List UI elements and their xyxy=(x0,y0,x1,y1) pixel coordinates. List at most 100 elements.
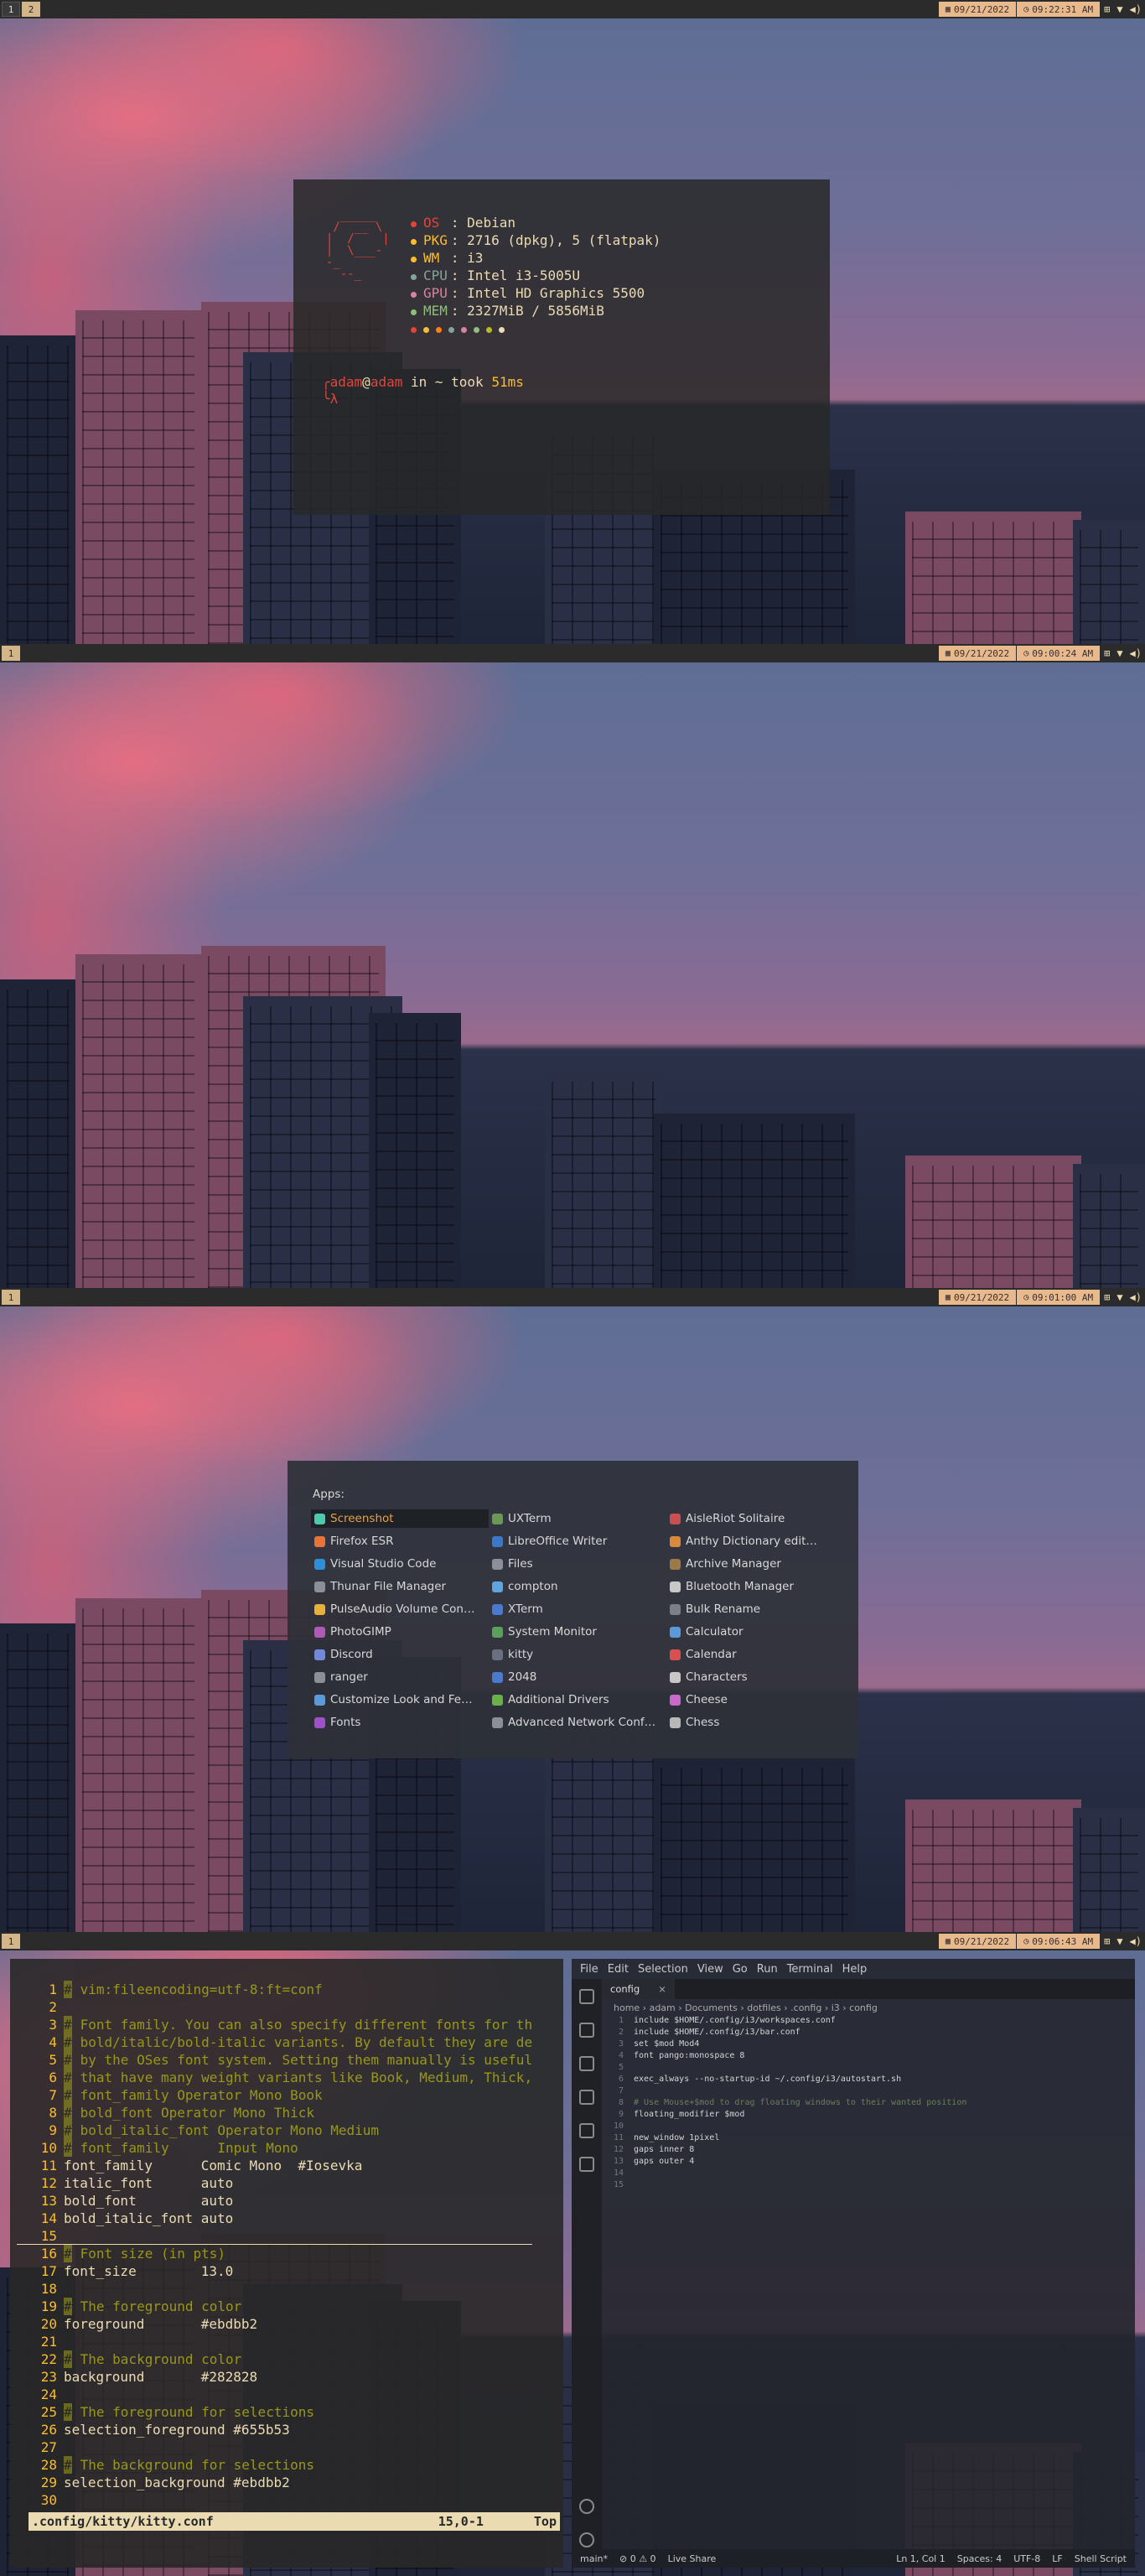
app-item[interactable]: Bulk Rename xyxy=(666,1600,844,1618)
status-item[interactable]: Ln 1, Col 1 xyxy=(896,2553,946,2564)
time-pill: ◷ 09:00:24 AM xyxy=(1017,646,1101,661)
workspace-1[interactable]: 1 xyxy=(2,2,20,17)
time-text: 09:00:24 AM xyxy=(1032,647,1094,659)
app-icon xyxy=(314,1581,325,1592)
grid-icon[interactable]: ⊞ xyxy=(1104,3,1110,15)
app-item[interactable]: Chess xyxy=(666,1713,844,1732)
app-icon xyxy=(492,1716,503,1728)
wifi-icon[interactable]: ▼ xyxy=(1117,3,1122,15)
search-icon[interactable] xyxy=(579,2023,594,2038)
grid-icon[interactable]: ⊞ xyxy=(1104,647,1110,659)
workspace-1[interactable]: 1 xyxy=(2,646,20,661)
app-item[interactable]: Additional Drivers xyxy=(489,1690,666,1709)
app-item[interactable]: Bluetooth Manager xyxy=(666,1577,844,1596)
grid-icon[interactable]: ⊞ xyxy=(1104,1291,1110,1303)
code-text: selection_foreground #655b53 xyxy=(64,2422,290,2438)
explorer-icon[interactable] xyxy=(579,1989,594,2004)
app-item[interactable]: Customize Look and Fe… xyxy=(311,1690,489,1709)
app-item[interactable]: LibreOffice Writer xyxy=(489,1532,666,1550)
status-item[interactable]: UTF-8 xyxy=(1013,2553,1040,2564)
breadcrumb[interactable]: home › adam › Documents › dotfiles › .co… xyxy=(614,2002,878,2013)
status-item[interactable]: Shell Script xyxy=(1075,2553,1127,2564)
bullet-icon xyxy=(411,274,417,280)
building xyxy=(545,1072,662,1288)
volume-icon[interactable]: ◀) xyxy=(1130,1935,1142,1947)
close-icon[interactable]: × xyxy=(658,1983,666,1995)
run-icon[interactable] xyxy=(579,2090,594,2105)
shell-prompt[interactable]: ╭adam@adam in ~ took 51ms ╰λ xyxy=(322,374,524,408)
building-windows xyxy=(7,989,69,1288)
app-item[interactable]: XTerm xyxy=(489,1600,666,1618)
app-label: Visual Studio Code xyxy=(330,1557,437,1571)
app-item[interactable]: Anthy Dictionary edit… xyxy=(666,1532,844,1550)
app-item[interactable]: Discord xyxy=(311,1645,489,1664)
volume-icon[interactable]: ◀) xyxy=(1130,3,1142,15)
menu-terminal[interactable]: Terminal xyxy=(787,1963,833,1976)
app-item[interactable]: Visual Studio Code xyxy=(311,1555,489,1573)
building-windows xyxy=(82,320,194,644)
app-item[interactable]: ranger xyxy=(311,1668,489,1686)
app-item[interactable]: compton xyxy=(489,1577,666,1596)
account-icon[interactable] xyxy=(579,2499,594,2514)
volume-icon[interactable]: ◀) xyxy=(1130,647,1142,659)
app-item[interactable]: kitty xyxy=(489,1645,666,1664)
line-content: selection_background #ebdbb2 xyxy=(64,2474,290,2491)
app-item[interactable]: UXTerm xyxy=(489,1509,666,1528)
settings-icon[interactable] xyxy=(579,2532,594,2547)
menu-view[interactable]: View xyxy=(697,1963,723,1976)
app-item[interactable]: Advanced Network Conf… xyxy=(489,1713,666,1732)
comment-text: The foreground for selections xyxy=(72,2404,314,2420)
bar-status: ▦ 09/21/2022 ◷ 09:00:24 AM ⊞ ▼ ◀) xyxy=(938,644,1145,662)
source-control-icon[interactable] xyxy=(579,2056,594,2071)
info-key: GPU xyxy=(423,285,448,301)
menu-run[interactable]: Run xyxy=(757,1963,778,1976)
app-item[interactable]: Archive Manager xyxy=(666,1555,844,1573)
terminal-window[interactable]: _____ / __ \ | / | | \___- -_ --_ OS : De… xyxy=(293,179,830,515)
status-item[interactable]: Spaces: 4 xyxy=(957,2553,1002,2564)
vim-line: 26 selection_foreground #655b53 xyxy=(17,2421,532,2438)
status-item[interactable]: Live Share xyxy=(668,2553,717,2564)
status-item[interactable]: LF xyxy=(1052,2553,1062,2564)
extensions-icon[interactable] xyxy=(579,2123,594,2138)
comment-marker: # xyxy=(64,1981,72,1998)
app-item[interactable]: AisleRiot Solitaire xyxy=(666,1509,844,1528)
app-item[interactable]: PhotoGIMP xyxy=(311,1623,489,1641)
workspace-2[interactable]: 2 xyxy=(22,2,40,17)
app-item[interactable]: 2048 xyxy=(489,1668,666,1686)
tab-config[interactable]: config × xyxy=(602,1979,675,1999)
app-item[interactable]: System Monitor xyxy=(489,1623,666,1641)
code-editor[interactable]: 1 include $HOME/.config/i3/workspaces.con… xyxy=(602,2016,966,2192)
workspace-1[interactable]: 1 xyxy=(2,1934,20,1949)
workspace-1[interactable]: 1 xyxy=(2,1290,20,1305)
menu-file[interactable]: File xyxy=(580,1963,598,1976)
info-row: CPU: Intel i3-5005U xyxy=(411,267,661,285)
app-icon xyxy=(314,1603,325,1615)
app-item[interactable]: Characters xyxy=(666,1668,844,1686)
volume-icon[interactable]: ◀) xyxy=(1130,1291,1142,1303)
wifi-icon[interactable]: ▼ xyxy=(1117,1291,1122,1303)
menu-selection[interactable]: Selection xyxy=(638,1963,688,1976)
menu-help[interactable]: Help xyxy=(842,1963,868,1976)
calendar-icon: ▦ xyxy=(945,1292,951,1302)
wifi-icon[interactable]: ▼ xyxy=(1117,1935,1122,1947)
status-item[interactable]: main* xyxy=(580,2553,608,2564)
menu-edit[interactable]: Edit xyxy=(608,1963,629,1976)
grid-icon[interactable]: ⊞ xyxy=(1104,1935,1110,1947)
app-item[interactable]: Files xyxy=(489,1555,666,1573)
app-item[interactable]: Firefox ESR xyxy=(311,1532,489,1550)
vim-terminal[interactable]: 1 # vim:fileencoding=utf-8:ft=conf 2 3 # Fon… xyxy=(10,1959,563,2568)
app-item[interactable]: Cheese xyxy=(666,1690,844,1709)
app-item[interactable]: Thunar File Manager xyxy=(311,1577,489,1596)
menu-go[interactable]: Go xyxy=(733,1963,748,1976)
status-item[interactable]: ⊘ 0 ⚠ 0 xyxy=(619,2553,656,2564)
vscode-window[interactable]: File Edit Selection View Go Run Terminal Help co… xyxy=(572,1959,1135,2568)
app-item[interactable]: Fonts xyxy=(311,1713,489,1732)
app-item[interactable]: PulseAudio Volume Con… xyxy=(311,1600,489,1618)
vim-line: 9 # bold_italic_font Operator Mono Medium xyxy=(17,2122,532,2139)
app-item[interactable]: Calculator xyxy=(666,1623,844,1641)
wifi-icon[interactable]: ▼ xyxy=(1117,647,1122,659)
info-sep: : xyxy=(443,250,468,266)
app-item[interactable]: Screenshot xyxy=(311,1509,489,1528)
app-item[interactable]: Calendar xyxy=(666,1645,844,1664)
remote-icon[interactable] xyxy=(579,2157,594,2172)
